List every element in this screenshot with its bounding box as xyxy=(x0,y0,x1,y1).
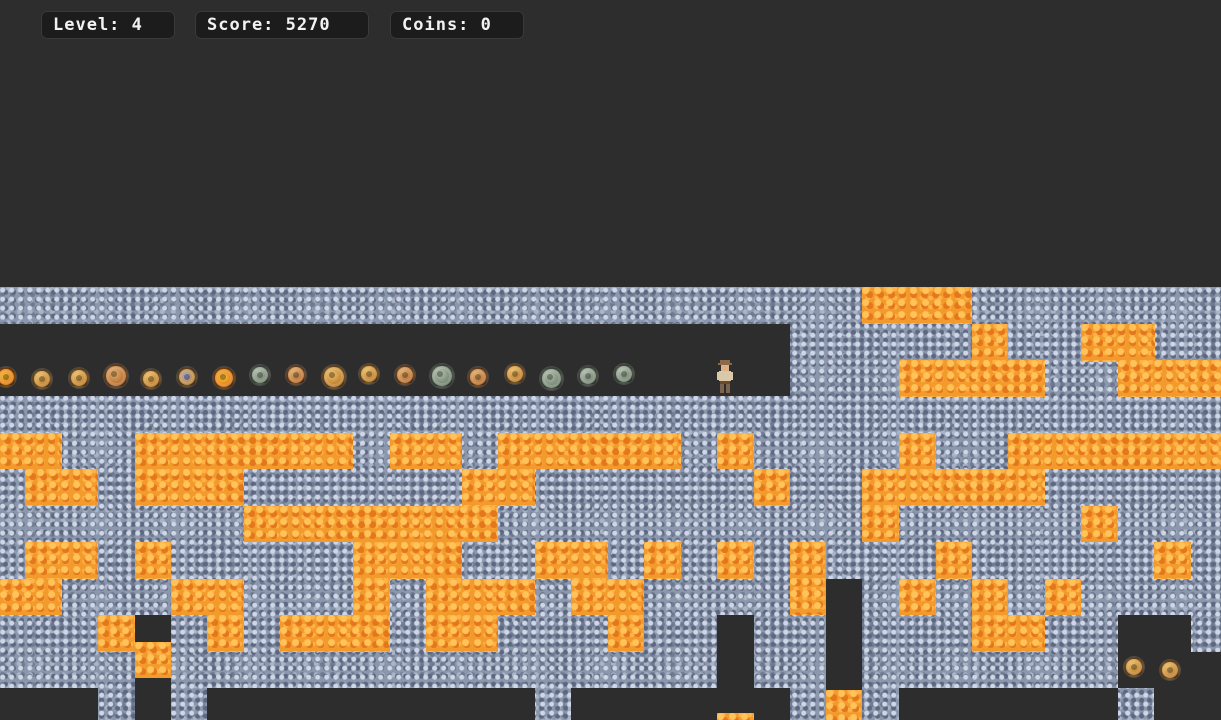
coins-label: Coins: xyxy=(402,15,470,35)
coin-icon[interactable] xyxy=(1160,660,1180,680)
lava-block xyxy=(972,324,1008,362)
lava-block xyxy=(862,287,972,324)
coin-icon[interactable] xyxy=(32,369,52,389)
coin-icon[interactable] xyxy=(213,367,235,389)
cave-hole xyxy=(717,615,754,713)
lava-block xyxy=(754,469,790,506)
coin-icon[interactable] xyxy=(468,367,488,387)
cave-hole xyxy=(0,688,98,720)
level-value: 4 xyxy=(131,15,143,35)
coin-icon[interactable] xyxy=(104,364,128,388)
coin-icon[interactable] xyxy=(505,364,525,384)
coin-icon[interactable] xyxy=(322,365,346,389)
lava-block xyxy=(135,642,171,678)
coin-icon[interactable] xyxy=(430,364,454,388)
lava-block xyxy=(25,469,98,506)
lava-block xyxy=(936,542,972,579)
lava-block xyxy=(426,615,498,652)
lava-block xyxy=(571,579,644,615)
lava-block xyxy=(862,506,899,542)
lava-block xyxy=(644,542,681,579)
cave-hole xyxy=(826,579,862,690)
lava-block xyxy=(426,579,535,615)
lava-block xyxy=(135,542,171,579)
lava-block xyxy=(972,579,1008,615)
cave-hole xyxy=(1118,615,1191,652)
coin-icon[interactable] xyxy=(177,367,197,387)
player-explorer-icon[interactable] xyxy=(715,360,735,396)
coin-icon[interactable] xyxy=(1124,657,1144,677)
lava-block xyxy=(535,542,608,579)
coins-indicator: Coins: 0 xyxy=(390,11,524,39)
coin-icon[interactable] xyxy=(578,366,598,386)
game-world xyxy=(0,0,1221,720)
lava-block xyxy=(899,360,1045,397)
lava-block xyxy=(0,433,62,469)
coin-icon[interactable] xyxy=(250,365,270,385)
lava-block xyxy=(171,579,244,615)
cave-hole xyxy=(135,615,171,642)
lava-block xyxy=(862,469,1045,506)
cave-hole xyxy=(207,688,535,720)
cave-hole xyxy=(899,688,1118,720)
coin-icon[interactable] xyxy=(540,367,563,390)
lava-block xyxy=(1081,506,1118,542)
cave-hole xyxy=(135,678,171,720)
lava-block xyxy=(135,469,244,506)
cave-hole xyxy=(571,688,717,720)
lava-block xyxy=(353,542,462,579)
lava-block xyxy=(135,433,353,469)
lava-block xyxy=(353,579,390,615)
lava-block xyxy=(717,713,754,720)
lava-block xyxy=(25,542,98,579)
lava-block xyxy=(1008,433,1221,469)
coins-value: 0 xyxy=(480,15,492,35)
lava-block xyxy=(826,690,862,720)
lava-block xyxy=(972,615,1045,652)
lava-block xyxy=(717,433,754,469)
lava-block xyxy=(608,615,644,652)
hud-bar: Level: 4 Score: 5270 Coins: 0 xyxy=(0,0,1221,50)
level-indicator: Level: 4 xyxy=(41,11,175,39)
coin-icon[interactable] xyxy=(359,364,379,384)
lava-block xyxy=(244,506,498,542)
coin-icon[interactable] xyxy=(286,365,306,385)
cave-hole xyxy=(754,688,790,720)
score-label: Score: xyxy=(207,15,275,35)
lava-block xyxy=(462,469,535,506)
lava-block xyxy=(207,615,244,652)
lava-block xyxy=(1081,324,1155,362)
level-label: Level: xyxy=(53,15,121,35)
lava-block xyxy=(1118,360,1221,397)
lava-block xyxy=(98,615,135,652)
score-indicator: Score: 5270 xyxy=(195,11,369,39)
coin-icon[interactable] xyxy=(69,368,89,388)
lava-block xyxy=(1045,579,1081,615)
cave-hole xyxy=(1154,688,1221,720)
coin-icon[interactable] xyxy=(614,364,634,384)
score-value: 5270 xyxy=(285,15,331,35)
lava-block xyxy=(717,542,754,579)
lava-block xyxy=(899,433,936,469)
coin-icon[interactable] xyxy=(141,369,161,389)
lava-block xyxy=(0,579,62,615)
lava-block xyxy=(498,433,681,469)
coin-icon[interactable] xyxy=(395,365,415,385)
lava-block xyxy=(280,615,390,652)
lava-block xyxy=(790,542,826,615)
lava-block xyxy=(899,579,936,615)
lava-block xyxy=(1154,542,1191,579)
lava-block xyxy=(390,433,462,469)
